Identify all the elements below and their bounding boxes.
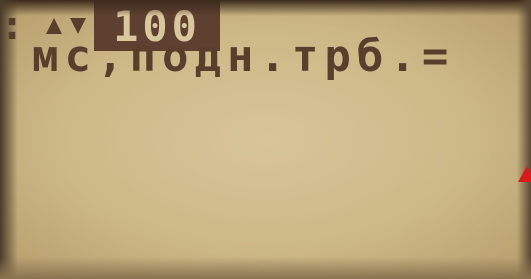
bezel-top	[0, 0, 531, 16]
lcd-screen: мс,подн.трб.= : 100	[0, 0, 531, 279]
bezel-left	[0, 0, 18, 279]
red-arrow-marker	[518, 166, 531, 182]
bezel-bottom	[0, 257, 531, 279]
bezel-right	[517, 0, 531, 279]
parameter-label: мс,подн.трб.=	[32, 31, 455, 82]
